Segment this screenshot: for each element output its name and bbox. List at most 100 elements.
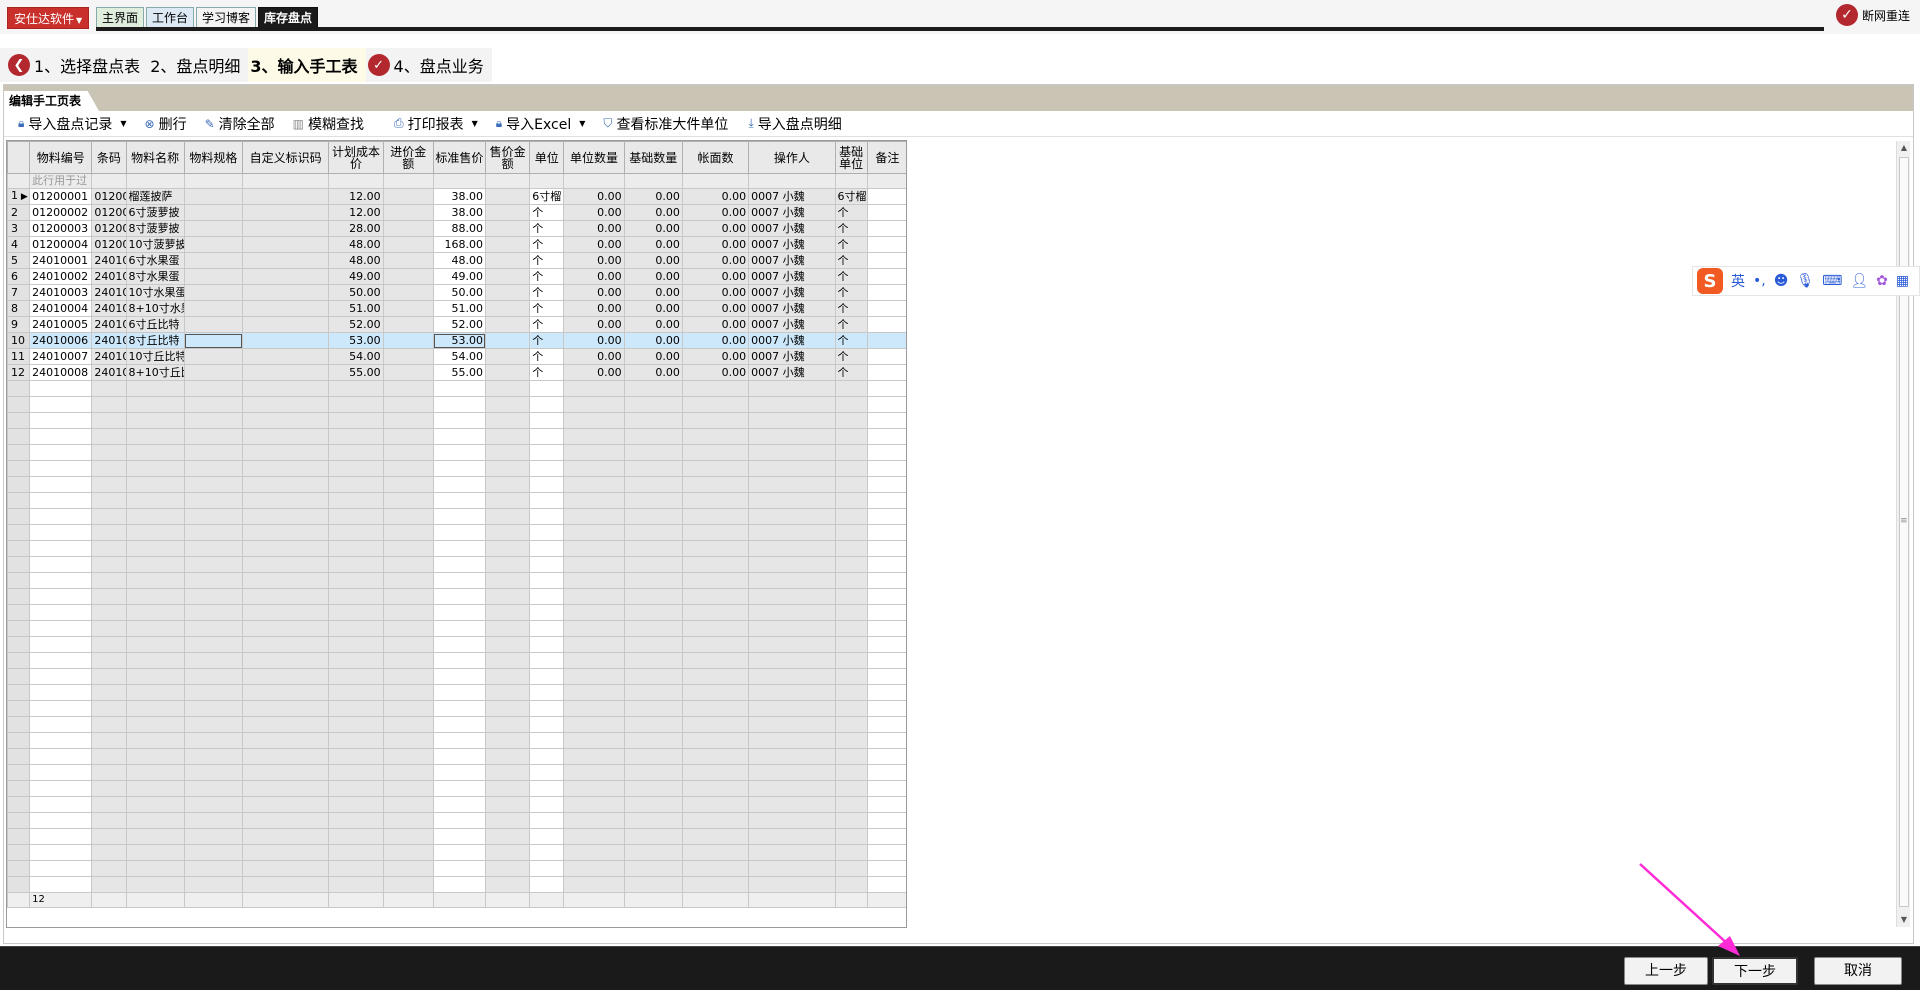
empty-cell[interactable] [183, 796, 244, 813]
grid-icon[interactable]: ▦ [1896, 273, 1909, 289]
empty-cell[interactable] [485, 524, 531, 541]
empty-cell[interactable] [834, 556, 868, 573]
empty-cell[interactable] [529, 444, 565, 461]
empty-cell[interactable] [328, 716, 384, 733]
empty-cell[interactable] [432, 380, 487, 397]
cell-purchase-amount[interactable] [382, 220, 434, 237]
empty-row[interactable] [7, 796, 906, 813]
empty-cell[interactable] [382, 844, 434, 861]
empty-cell[interactable] [91, 460, 127, 477]
empty-cell[interactable] [241, 460, 330, 477]
cell-note[interactable] [866, 268, 906, 285]
cancel-button[interactable]: 取消 [1814, 957, 1902, 985]
empty-cell[interactable] [485, 828, 531, 845]
empty-cell[interactable] [834, 828, 868, 845]
cell-std-price[interactable]: 88.00 [432, 220, 487, 237]
empty-cell[interactable] [563, 508, 625, 525]
empty-cell[interactable] [183, 508, 244, 525]
empty-cell[interactable] [183, 556, 244, 573]
empty-cell[interactable] [866, 812, 906, 829]
column-header[interactable]: 备注 [866, 141, 906, 174]
cell-unit-qty[interactable]: 0.00 [563, 268, 625, 285]
table-row[interactable]: 1224010008240108+10寸丘比55.0055.00个0.000.0… [7, 364, 906, 381]
empty-cell[interactable] [866, 876, 906, 893]
empty-cell[interactable] [183, 620, 244, 637]
empty-cell[interactable] [529, 540, 565, 557]
cell-unit[interactable]: 个 [529, 204, 565, 221]
empty-cell[interactable] [125, 412, 185, 429]
empty-cell[interactable] [866, 684, 906, 701]
empty-cell[interactable] [91, 764, 127, 781]
cell-purchase-amount[interactable] [382, 268, 434, 285]
cell-purchase-amount[interactable] [382, 284, 434, 301]
empty-cell[interactable] [328, 460, 384, 477]
empty-cell[interactable] [834, 812, 868, 829]
empty-cell[interactable] [183, 588, 244, 605]
empty-cell[interactable] [623, 636, 683, 653]
empty-cell[interactable] [183, 460, 244, 477]
cell-unit-qty[interactable]: 0.00 [563, 204, 625, 221]
empty-cell[interactable] [834, 380, 868, 397]
empty-cell[interactable] [183, 684, 244, 701]
cell-plan-cost[interactable]: 28.00 [328, 220, 384, 237]
empty-cell[interactable] [748, 700, 836, 717]
empty-cell[interactable] [681, 684, 750, 701]
column-header[interactable]: 基础单位 [834, 141, 868, 174]
empty-cell[interactable] [485, 492, 531, 509]
empty-cell[interactable] [432, 716, 487, 733]
cell-spec[interactable] [183, 204, 244, 221]
cell-purchase-amount[interactable] [382, 236, 434, 253]
cell-unit-qty[interactable]: 0.00 [563, 252, 625, 269]
empty-cell[interactable] [563, 796, 625, 813]
cell-note[interactable] [866, 236, 906, 253]
empty-row[interactable] [7, 636, 906, 653]
cell-std-price[interactable]: 38.00 [432, 204, 487, 221]
cell-plan-cost[interactable]: 54.00 [328, 348, 384, 365]
empty-cell[interactable] [529, 636, 565, 653]
empty-cell[interactable] [529, 700, 565, 717]
empty-cell[interactable] [681, 508, 750, 525]
empty-cell[interactable] [748, 396, 836, 413]
empty-cell[interactable] [241, 588, 330, 605]
empty-cell[interactable] [29, 636, 93, 653]
empty-cell[interactable] [125, 524, 185, 541]
tab-workbench[interactable]: 工作台 [146, 7, 195, 29]
empty-cell[interactable] [866, 604, 906, 621]
cell-operator[interactable]: 0007 小魏 [748, 220, 836, 237]
cell-sale-amount[interactable] [485, 220, 531, 237]
cell-name[interactable]: 10寸水果蛋 [125, 284, 185, 301]
empty-cell[interactable] [382, 604, 434, 621]
empty-cell[interactable] [432, 492, 487, 509]
empty-cell[interactable] [91, 732, 127, 749]
empty-cell[interactable] [866, 652, 906, 669]
empty-row[interactable] [7, 828, 906, 845]
empty-cell[interactable] [485, 572, 531, 589]
empty-row[interactable] [7, 476, 906, 493]
empty-cell[interactable] [563, 652, 625, 669]
empty-cell[interactable] [241, 732, 330, 749]
empty-cell[interactable] [183, 636, 244, 653]
empty-cell[interactable] [623, 396, 683, 413]
cell-sale-amount[interactable] [485, 236, 531, 253]
empty-cell[interactable] [183, 476, 244, 493]
empty-cell[interactable] [834, 476, 868, 493]
cell-custom-id[interactable] [241, 348, 330, 365]
column-header[interactable]: 物料名称 [125, 141, 185, 174]
empty-cell[interactable] [91, 860, 127, 877]
empty-cell[interactable] [681, 492, 750, 509]
empty-cell[interactable] [563, 556, 625, 573]
empty-cell[interactable] [183, 524, 244, 541]
cell-base-qty[interactable]: 0.00 [623, 252, 683, 269]
empty-cell[interactable] [529, 380, 565, 397]
empty-cell[interactable] [432, 412, 487, 429]
cell-sale-amount[interactable] [485, 316, 531, 333]
tab-inventory[interactable]: 库存盘点 [258, 7, 319, 29]
empty-cell[interactable] [241, 780, 330, 797]
empty-cell[interactable] [563, 844, 625, 861]
cell-book-qty[interactable]: 0.00 [681, 332, 750, 349]
empty-cell[interactable] [328, 700, 384, 717]
cell-unit[interactable]: 个 [529, 268, 565, 285]
empty-cell[interactable] [241, 412, 330, 429]
empty-cell[interactable] [382, 428, 434, 445]
empty-cell[interactable] [748, 844, 836, 861]
